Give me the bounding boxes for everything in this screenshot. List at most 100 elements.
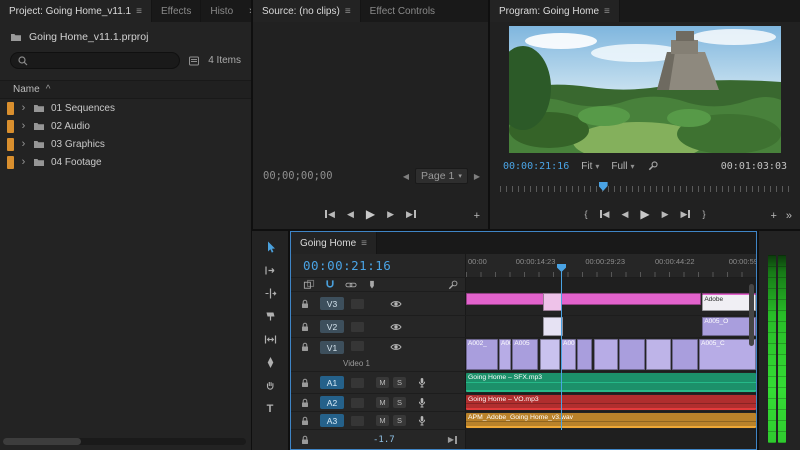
sync-lock-toggle[interactable] <box>351 341 364 351</box>
track-badge-v1[interactable]: V1 <box>320 341 344 354</box>
tab-sequence-going-home[interactable]: Going Home ≡ <box>291 232 377 254</box>
step-forward-icon[interactable]: ▶ <box>662 209 669 220</box>
track-name-label[interactable]: Video 1 <box>343 359 370 368</box>
tab-effects[interactable]: Effects <box>152 0 201 22</box>
sync-lock-toggle[interactable] <box>351 299 364 309</box>
program-scrubber[interactable] <box>500 182 790 194</box>
mute-button[interactable]: M <box>376 415 389 426</box>
horizontal-scrollbar[interactable] <box>3 438 246 445</box>
step-back-icon[interactable]: ◀ <box>621 209 628 220</box>
bin-row-graphics[interactable]: › 03 Graphics <box>0 135 251 153</box>
tab-effect-controls[interactable]: Effect Controls <box>361 0 444 22</box>
project-search-input[interactable] <box>10 52 180 69</box>
voiceover-mic-icon[interactable] <box>416 397 428 409</box>
track-badge-v3[interactable]: V3 <box>320 297 344 310</box>
go-to-in-icon[interactable]: ◀ <box>600 209 610 220</box>
track-badge-a3[interactable]: A3 <box>320 414 344 427</box>
track-select-tool-button[interactable] <box>252 259 288 282</box>
tab-history[interactable]: Histo <box>201 0 242 22</box>
timeline-playhead-line[interactable] <box>561 271 563 430</box>
solo-button[interactable]: S <box>393 397 406 408</box>
clip-audio-vo[interactable]: Going Home – VO.mp3 <box>466 395 756 410</box>
solo-button[interactable]: S <box>393 377 406 388</box>
tab-overflow-button[interactable]: » <box>242 0 251 22</box>
playback-resolution-dropdown[interactable]: Full ▾ <box>611 161 634 172</box>
label-swatch[interactable] <box>7 102 14 115</box>
panel-menu-icon[interactable]: ≡ <box>604 6 610 17</box>
panel-menu-icon[interactable]: ≡ <box>345 6 351 17</box>
pen-tool-button[interactable] <box>252 351 288 374</box>
add-button-icon[interactable]: + <box>770 210 776 222</box>
label-swatch[interactable] <box>7 138 14 151</box>
snap-magnet-icon[interactable] <box>324 279 336 291</box>
disclosure-chevron-icon[interactable]: › <box>20 139 27 150</box>
toggle-track-output-icon[interactable] <box>390 298 402 310</box>
track-a3-content[interactable]: APM_Adobe_Going Home_v3.wav <box>466 412 756 429</box>
timeline-settings-wrench-icon[interactable] <box>447 279 459 291</box>
master-gain-value[interactable]: -1.7 <box>373 435 395 445</box>
tab-source[interactable]: Source: (no clips) ≡ <box>253 0 361 22</box>
track-v3-content[interactable]: Adobe <box>466 292 756 315</box>
track-v2-content[interactable]: A005_O <box>466 316 756 337</box>
voiceover-mic-icon[interactable] <box>416 415 428 427</box>
panel-menu-icon[interactable]: ≡ <box>361 238 367 249</box>
lock-icon[interactable] <box>299 415 311 427</box>
track-badge-a1[interactable]: A1 <box>320 376 344 389</box>
slip-tool-button[interactable] <box>252 328 288 351</box>
program-video-frame[interactable] <box>509 26 781 153</box>
disclosure-chevron-icon[interactable]: › <box>20 157 27 168</box>
track-v1-content[interactable]: A002_ A00 A005 A00 A005_C <box>466 338 756 371</box>
disclosure-chevron-icon[interactable]: › <box>20 121 27 132</box>
timeline-vertical-scrollbar[interactable] <box>749 284 754 346</box>
sync-lock-toggle[interactable] <box>351 416 364 426</box>
page-prev-icon[interactable]: ◀ <box>403 172 409 181</box>
track-badge-a2[interactable]: A2 <box>320 396 344 409</box>
label-swatch[interactable] <box>7 120 14 133</box>
go-to-out-icon[interactable]: ▶ <box>681 209 691 220</box>
bin-row-footage[interactable]: › 04 Footage <box>0 153 251 171</box>
settings-wrench-icon[interactable] <box>647 160 659 172</box>
label-swatch[interactable] <box>7 156 14 169</box>
bin-row-sequences[interactable]: › 01 Sequences <box>0 99 251 117</box>
mute-button[interactable]: M <box>376 397 389 408</box>
track-badge-v2[interactable]: V2 <box>320 320 344 333</box>
lock-icon[interactable] <box>299 434 311 446</box>
mark-in-icon[interactable]: { <box>585 209 588 219</box>
clip-graphics-v3-short[interactable] <box>543 293 562 311</box>
column-header-name[interactable]: Name ^ <box>0 80 251 99</box>
page-next-icon[interactable]: ▶ <box>474 172 480 181</box>
bin-row-audio[interactable]: › 02 Audio <box>0 117 251 135</box>
track-a1-content[interactable]: Going Home – SFX.mp3 <box>466 372 756 393</box>
toggle-track-output-icon[interactable] <box>390 321 402 333</box>
tab-program[interactable]: Program: Going Home ≡ <box>490 0 620 22</box>
panel-menu-icon[interactable]: ≡ <box>136 6 142 17</box>
add-button-icon[interactable]: + <box>474 210 480 222</box>
clip-audio-music[interactable]: APM_Adobe_Going Home_v3.wav <box>466 413 756 428</box>
step-forward-icon[interactable]: ▶ <box>387 209 394 220</box>
add-marker-icon[interactable] <box>366 279 378 291</box>
timeline-timecode[interactable]: 00:00:21:16 <box>291 258 391 273</box>
transport-overflow-icon[interactable]: » <box>786 210 792 222</box>
zoom-level-dropdown[interactable]: Fit ▾ <box>581 161 599 172</box>
tab-project[interactable]: Project: Going Home_v11.1 ≡ <box>0 0 152 22</box>
voiceover-mic-icon[interactable] <box>416 377 428 389</box>
lock-icon[interactable] <box>299 377 311 389</box>
mixer-toggle-icon[interactable]: ▶ <box>448 435 457 444</box>
play-button-icon[interactable]: ▶ <box>366 207 375 221</box>
track-a2-content[interactable]: Going Home – VO.mp3 <box>466 394 756 411</box>
solo-button[interactable]: S <box>393 415 406 426</box>
clip-graphics-v3[interactable] <box>466 293 701 305</box>
timeline-ruler[interactable]: 00:00 00:00:14:23 00:00:29:23 00:00:44:2… <box>466 254 756 277</box>
go-to-out-icon[interactable]: ▶ <box>406 209 416 220</box>
lock-icon[interactable] <box>299 298 311 310</box>
go-to-in-icon[interactable]: ◀ <box>325 209 335 220</box>
lock-icon[interactable] <box>299 321 311 333</box>
list-view-icon[interactable] <box>188 55 200 67</box>
sync-lock-toggle[interactable] <box>351 322 364 332</box>
step-back-icon[interactable]: ◀ <box>347 209 354 220</box>
mute-button[interactable]: M <box>376 377 389 388</box>
razor-tool-button[interactable] <box>252 305 288 328</box>
page-selector[interactable]: Page 1 ▾ <box>415 168 468 184</box>
sync-lock-toggle[interactable] <box>351 378 364 388</box>
play-button-icon[interactable]: ▶ <box>640 207 649 221</box>
